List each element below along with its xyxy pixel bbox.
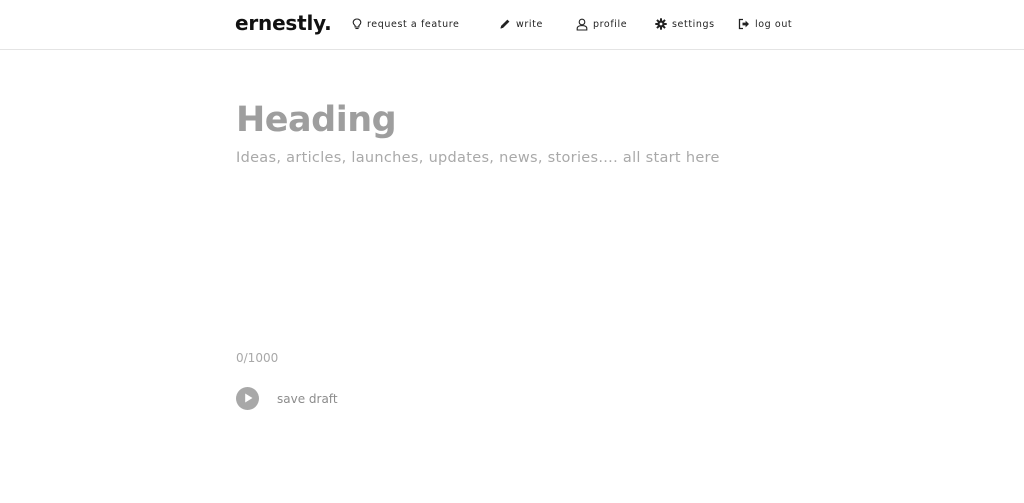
post-editor: Heading Ideas, articles, launches, updat… bbox=[236, 96, 796, 166]
settings-link[interactable]: settings bbox=[655, 16, 715, 32]
save-draft-row: save draft bbox=[236, 387, 338, 410]
request-feature-label: request a feature bbox=[367, 18, 460, 30]
gear-icon bbox=[655, 18, 667, 30]
save-draft-button[interactable] bbox=[236, 387, 259, 410]
save-draft-label[interactable]: save draft bbox=[277, 392, 338, 406]
log-out-icon bbox=[738, 18, 750, 30]
top-navigation-bar: ernestly. request a feature write profil… bbox=[0, 0, 1024, 50]
logout-label: log out bbox=[755, 18, 793, 30]
heading-input[interactable]: Heading bbox=[236, 96, 796, 144]
user-icon bbox=[576, 18, 588, 31]
body-input[interactable]: Ideas, articles, launches, updates, news… bbox=[236, 150, 720, 166]
pencil-icon bbox=[499, 18, 511, 30]
write-label: write bbox=[516, 18, 543, 30]
character-counter: 0/1000 bbox=[236, 351, 279, 365]
settings-label: settings bbox=[672, 18, 715, 30]
logout-link[interactable]: log out bbox=[738, 16, 792, 32]
request-feature-link[interactable]: request a feature bbox=[352, 16, 459, 32]
profile-label: profile bbox=[593, 18, 628, 30]
write-link[interactable]: write bbox=[499, 16, 543, 32]
lightbulb-icon bbox=[352, 18, 362, 30]
play-icon bbox=[242, 389, 254, 408]
profile-link[interactable]: profile bbox=[576, 16, 627, 32]
app-logo[interactable]: ernestly. bbox=[235, 9, 332, 37]
